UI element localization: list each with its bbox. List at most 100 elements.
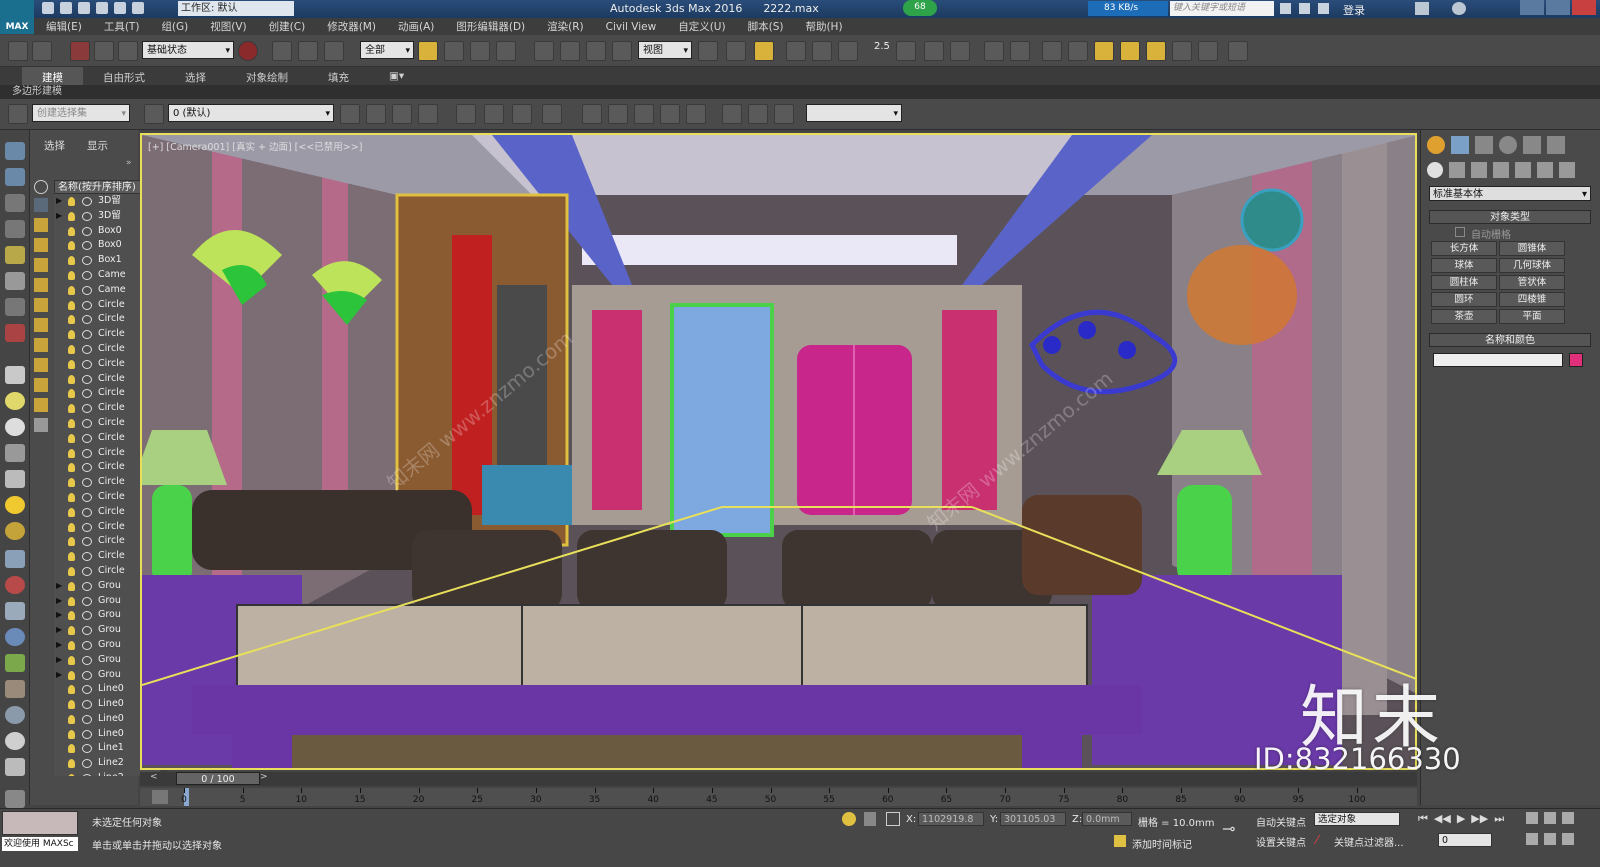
- light-bulb-icon[interactable]: [5, 392, 25, 410]
- visibility-bulb-icon[interactable]: [68, 759, 75, 769]
- maxscript-listener-box[interactable]: [2, 811, 78, 835]
- orbit-icon[interactable]: [1562, 812, 1574, 824]
- layer-explorer-icon[interactable]: [1042, 41, 1062, 61]
- bind-icon[interactable]: [324, 41, 344, 61]
- chevron-right-icon[interactable]: »: [126, 158, 132, 168]
- rectangular-selection-icon[interactable]: [470, 41, 490, 61]
- visibility-bulb-icon[interactable]: [68, 552, 75, 562]
- undo-icon[interactable]: [96, 2, 108, 14]
- grid-icon[interactable]: [5, 550, 25, 568]
- environment-icon[interactable]: [542, 104, 562, 124]
- filter-icon[interactable]: [34, 180, 48, 194]
- toggle-ribbon-icon[interactable]: [1068, 41, 1088, 61]
- filter-helpers-icon[interactable]: [34, 278, 48, 292]
- render-toggle-icon[interactable]: [82, 566, 92, 576]
- select-link-icon[interactable]: [272, 41, 292, 61]
- filter-all-icon[interactable]: [34, 418, 48, 432]
- globe-icon[interactable]: [5, 628, 25, 646]
- visibility-bulb-icon[interactable]: [68, 330, 75, 340]
- utilities-icon[interactable]: [5, 272, 25, 290]
- app-logo-icon[interactable]: MAX: [0, 0, 34, 34]
- shapes-icon[interactable]: [1449, 162, 1465, 178]
- motion-tab-icon[interactable]: [1499, 136, 1517, 154]
- brush-b-icon[interactable]: [748, 104, 768, 124]
- close-icon[interactable]: [1572, 0, 1596, 15]
- prev-frame-icon[interactable]: <: [150, 772, 162, 786]
- ribbon-tab-object-paint[interactable]: 对象绘制: [226, 67, 308, 85]
- exchange-icon[interactable]: [1415, 2, 1429, 15]
- scene-explorer-toggle-icon[interactable]: [5, 790, 25, 808]
- menu-tools[interactable]: 工具(T): [104, 19, 140, 34]
- set-key-button[interactable]: 设置关键点: [1256, 834, 1306, 849]
- render-toggle-icon[interactable]: [82, 774, 92, 776]
- create-icon[interactable]: [5, 142, 25, 160]
- visibility-bulb-icon[interactable]: [68, 315, 75, 325]
- snaps-toggle-icon[interactable]: [896, 41, 916, 61]
- expand-arrow-icon[interactable]: ▶: [56, 638, 62, 653]
- visibility-bulb-icon[interactable]: [68, 389, 75, 399]
- schematic-view-icon[interactable]: [1120, 41, 1140, 61]
- menu-view[interactable]: 视图(V): [210, 19, 246, 34]
- render-toggle-icon[interactable]: [82, 478, 92, 488]
- keyboard-shortcut-override-icon[interactable]: [754, 41, 774, 61]
- visibility-bulb-icon[interactable]: [68, 581, 75, 591]
- expand-arrow-icon[interactable]: ▶: [56, 623, 62, 638]
- render-toggle-icon[interactable]: [82, 448, 92, 458]
- hierarchy-tab-icon[interactable]: [1475, 136, 1493, 154]
- target-icon[interactable]: [5, 522, 25, 540]
- communication-icon[interactable]: [1299, 3, 1310, 14]
- render-toggle-icon[interactable]: [82, 211, 92, 221]
- render-toggle-icon[interactable]: [82, 670, 92, 680]
- pyramid-button[interactable]: 四棱锥: [1499, 292, 1565, 307]
- object-color-swatch[interactable]: [1569, 353, 1583, 367]
- render-toggle-icon[interactable]: [82, 759, 92, 769]
- torus-button[interactable]: 圆环: [1431, 292, 1497, 307]
- expand-arrow-icon[interactable]: ▶: [56, 594, 62, 609]
- save-icon[interactable]: [78, 2, 90, 14]
- render-toggle-icon[interactable]: [82, 655, 92, 665]
- helper-icon[interactable]: [5, 444, 25, 462]
- expand-arrow-icon[interactable]: ▶: [56, 668, 62, 683]
- search-input[interactable]: 键入关键字或短语: [1170, 1, 1274, 16]
- helpers-icon[interactable]: [1515, 162, 1531, 178]
- menu-scripting[interactable]: 脚本(S): [748, 19, 784, 34]
- menu-customize[interactable]: 自定义(U): [678, 19, 725, 34]
- add-to-layer-icon[interactable]: [366, 104, 386, 124]
- layers-icon[interactable]: [5, 298, 25, 316]
- expand-arrow-icon[interactable]: ▶: [56, 653, 62, 668]
- unlink-icon[interactable]: [94, 41, 114, 61]
- particle-icon[interactable]: [5, 576, 25, 594]
- render-toggle-icon[interactable]: [82, 596, 92, 606]
- go-to-end-icon[interactable]: ⏭: [1494, 812, 1504, 826]
- move-icon[interactable]: [534, 41, 554, 61]
- filter-groups-icon[interactable]: [34, 318, 48, 332]
- help-icon[interactable]: [1452, 2, 1466, 15]
- render-toggle-icon[interactable]: [82, 418, 92, 428]
- minimize-icon[interactable]: [1520, 0, 1544, 15]
- visibility-bulb-icon[interactable]: [68, 285, 75, 295]
- brush-preset-dropdown[interactable]: [806, 104, 902, 123]
- brush-a-icon[interactable]: [722, 104, 742, 124]
- render-toggle-icon[interactable]: [82, 700, 92, 710]
- fov-icon[interactable]: [1526, 833, 1538, 845]
- edit-named-selection-icon[interactable]: [984, 41, 1004, 61]
- previous-frame-icon[interactable]: ◀◀: [1434, 812, 1451, 826]
- time-tag-icon[interactable]: [1114, 835, 1126, 847]
- render-toggle-icon[interactable]: [82, 463, 92, 473]
- auto-key-button[interactable]: 自动关键点: [1256, 814, 1306, 829]
- ball-icon[interactable]: [5, 732, 25, 750]
- visibility-bulb-icon[interactable]: [68, 226, 75, 236]
- render-toggle-icon[interactable]: [82, 507, 92, 517]
- parameter-editor-icon[interactable]: [512, 104, 532, 124]
- next-frame-icon[interactable]: >: [260, 772, 272, 786]
- place-icon[interactable]: [612, 41, 632, 61]
- maximize-icon[interactable]: [1546, 0, 1570, 15]
- box-button[interactable]: 长方体: [1431, 241, 1497, 256]
- visibility-bulb-icon[interactable]: [68, 463, 75, 473]
- percent-snap-icon[interactable]: [924, 41, 944, 61]
- notification-badge[interactable]: 68: [903, 0, 937, 16]
- visibility-bulb-icon[interactable]: [68, 655, 75, 665]
- sphere-button[interactable]: 球体: [1431, 258, 1497, 273]
- selection-state-dropdown[interactable]: 基础状态: [142, 41, 234, 60]
- filter-lights-icon[interactable]: [34, 238, 48, 252]
